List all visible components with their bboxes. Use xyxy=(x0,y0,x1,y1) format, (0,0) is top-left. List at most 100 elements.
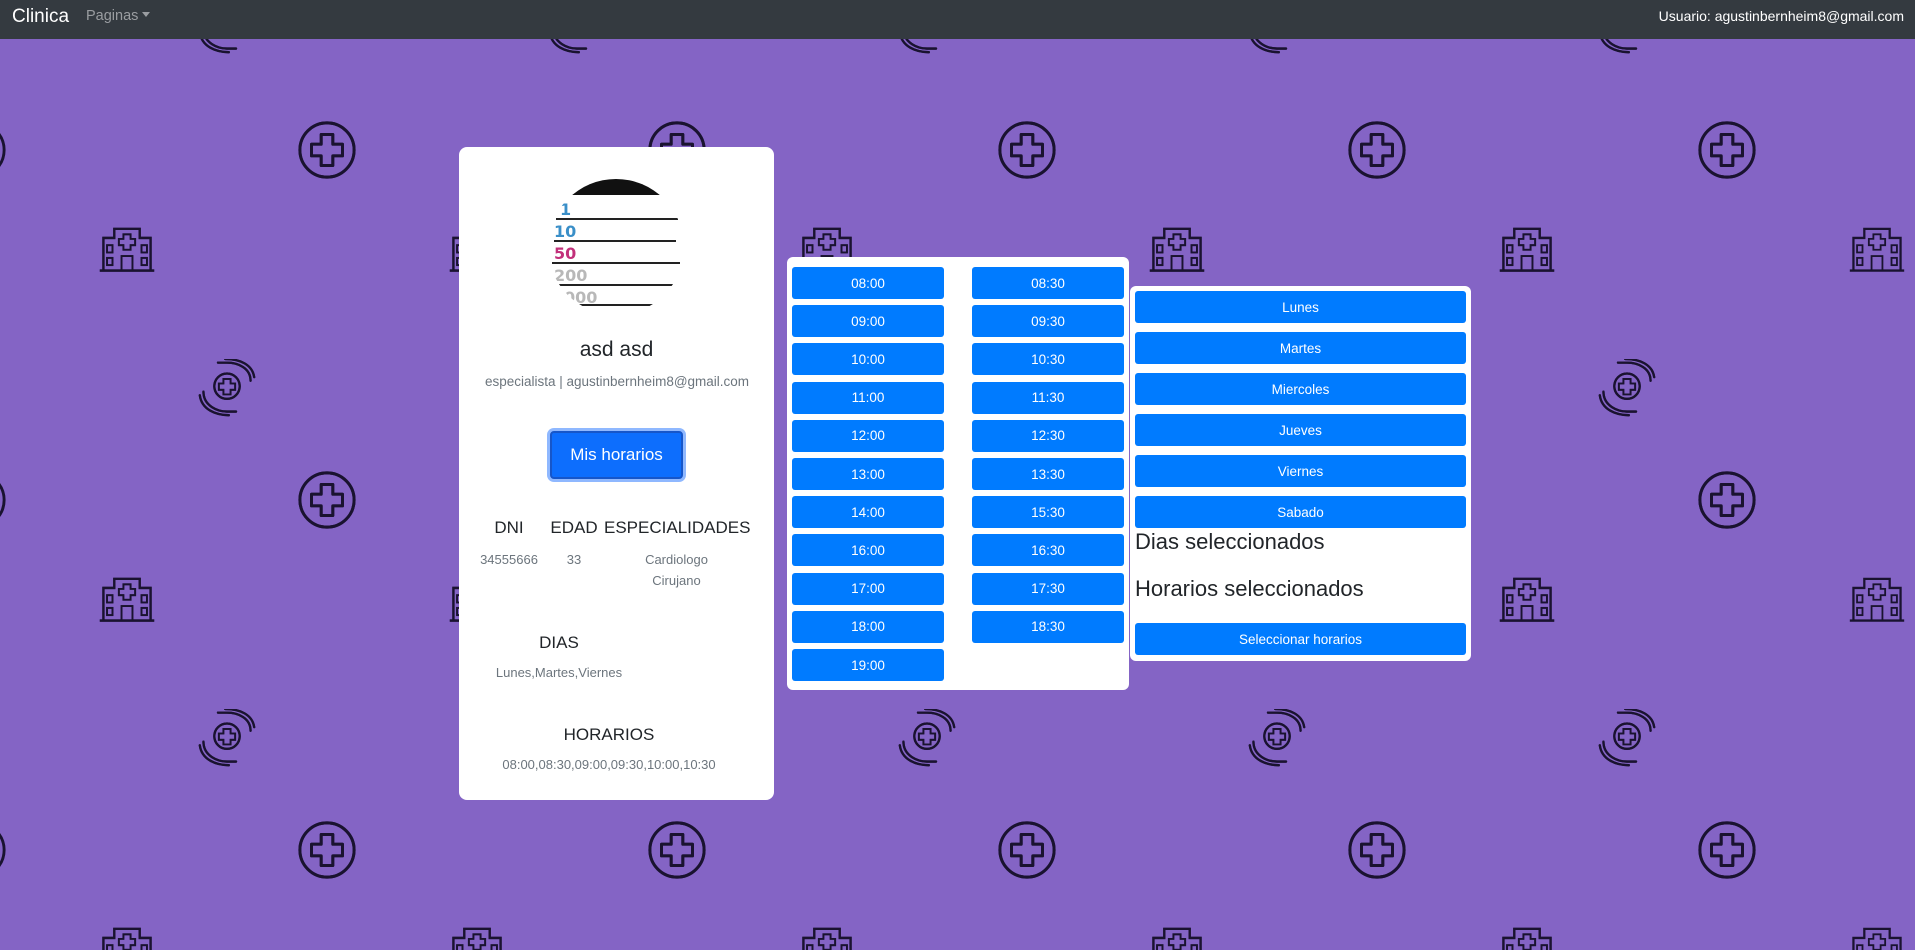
pages-dropdown[interactable]: Paginas xyxy=(86,8,151,24)
dni-value: 34555666 xyxy=(480,552,538,567)
plus-circle-icon xyxy=(1698,821,1756,879)
plus-circle-icon xyxy=(648,821,706,879)
time-slot-button[interactable]: 15:30 xyxy=(972,496,1124,529)
care-hands-icon xyxy=(1598,359,1656,417)
plus-circle-icon xyxy=(0,821,6,879)
day-button-martes[interactable]: Martes xyxy=(1135,332,1466,364)
dias-seleccionados-title: Dias seleccionados xyxy=(1135,529,1325,554)
hospital-icon xyxy=(98,927,156,950)
time-slot-button[interactable]: 14:00 xyxy=(792,496,944,529)
hospital-icon xyxy=(798,927,856,950)
hospital-icon xyxy=(98,577,156,622)
time-slot-button[interactable]: 08:00 xyxy=(792,267,944,299)
dias-label: DIAS xyxy=(539,633,579,652)
time-slot-button[interactable]: 10:00 xyxy=(792,343,944,376)
user-label: Usuario: agustinbernheim8@gmail.com xyxy=(1658,8,1904,24)
time-slot-button[interactable]: 16:00 xyxy=(792,534,944,567)
horarios-label: HORARIOS xyxy=(563,725,655,744)
hospital-icon xyxy=(1148,227,1206,272)
time-slot-button[interactable]: 17:30 xyxy=(972,572,1124,605)
day-button-miercoles[interactable]: Miercoles xyxy=(1135,373,1466,405)
care-hands-icon xyxy=(1248,709,1306,767)
time-slot-button[interactable]: 17:00 xyxy=(792,572,944,605)
profile-card: 1 10 50 200 000 asd asd especialista | a… xyxy=(459,147,774,800)
time-slot-button[interactable]: 09:00 xyxy=(792,305,944,338)
time-slot-button[interactable]: 11:30 xyxy=(972,381,1124,414)
especialidades-label: ESPECIALIDADES xyxy=(604,518,751,537)
hospital-icon xyxy=(1498,227,1556,272)
care-hands-icon xyxy=(898,709,956,767)
avatar-number: 1 xyxy=(560,200,571,219)
care-hands-icon xyxy=(198,709,256,767)
hospital-icon xyxy=(1498,927,1556,950)
care-hands-icon xyxy=(198,709,256,767)
plus-circle-icon xyxy=(1698,471,1756,529)
care-hands-icon xyxy=(1598,359,1656,417)
brand-link[interactable]: Clinica xyxy=(12,6,69,28)
time-slot-button[interactable]: 10:30 xyxy=(972,343,1124,376)
especialidad-item: Cirujano xyxy=(652,573,701,588)
seleccionar-horarios-button[interactable]: Seleccionar horarios xyxy=(1135,623,1466,655)
avatar-image: 1 10 50 200 000 xyxy=(548,179,684,315)
plus-circle-icon xyxy=(1698,121,1756,179)
avatar-number: 50 xyxy=(554,244,576,263)
day-button-lunes[interactable]: Lunes xyxy=(1135,291,1466,323)
care-hands-icon xyxy=(1248,709,1306,767)
care-hands-icon xyxy=(1598,709,1656,767)
navbar: Clinica Paginas Usuario: agustinbernheim… xyxy=(0,0,1915,39)
time-slot-button[interactable]: 13:30 xyxy=(972,458,1124,490)
plus-circle-icon xyxy=(298,121,356,179)
avatar: 1 10 50 200 000 xyxy=(548,179,684,315)
profile-name: asd asd xyxy=(579,338,654,361)
plus-circle-icon xyxy=(0,471,6,529)
horarios-seleccionados-title: Horarios seleccionados xyxy=(1135,576,1364,601)
dni-label: DNI xyxy=(494,518,524,537)
hospital-icon xyxy=(1848,577,1906,622)
day-button-jueves[interactable]: Jueves xyxy=(1135,414,1466,446)
time-slot-button[interactable]: 12:00 xyxy=(792,419,944,452)
plus-circle-icon xyxy=(298,471,356,529)
care-hands-icon xyxy=(1598,709,1656,767)
pages-dropdown-label: Paginas xyxy=(86,8,139,24)
plus-circle-icon xyxy=(998,121,1056,179)
especialidades-list: Cardiologo Cirujano xyxy=(604,549,749,591)
care-hands-icon xyxy=(198,359,256,417)
hospital-icon xyxy=(98,227,156,272)
hospital-icon xyxy=(1848,927,1906,950)
time-slots-panel: 08:00 09:00 10:00 11:00 12:00 13:00 14:00 16:00… xyxy=(787,257,1129,690)
plus-circle-icon xyxy=(1348,121,1406,179)
care-hands-icon xyxy=(198,359,256,417)
edad-label: EDAD xyxy=(550,518,598,537)
time-slot-button[interactable]: 09:30 xyxy=(972,305,1124,338)
plus-circle-icon xyxy=(298,821,356,879)
avatar-number: 000 xyxy=(564,288,597,307)
time-slot-button[interactable]: 18:30 xyxy=(972,610,1124,643)
time-slot-button[interactable]: 16:30 xyxy=(972,534,1124,567)
dias-value: Lunes,Martes,Viernes xyxy=(495,665,623,680)
plus-circle-icon xyxy=(998,821,1056,879)
profile-info: especialista | agustinbernheim8@gmail.co… xyxy=(484,374,750,389)
time-slot-button[interactable]: 13:00 xyxy=(792,458,944,490)
time-slot-button[interactable]: 18:00 xyxy=(792,610,944,643)
days-panel: Lunes Martes Miercoles Jueves Viernes Sabado … xyxy=(1130,286,1471,661)
day-button-viernes[interactable]: Viernes xyxy=(1135,455,1466,487)
hospital-icon xyxy=(1848,227,1906,272)
mis-horarios-button[interactable]: Mis horarios xyxy=(550,431,683,479)
time-slot-button[interactable]: 12:30 xyxy=(972,419,1124,452)
caret-down-icon xyxy=(142,12,151,17)
avatar-number: 200 xyxy=(554,266,587,285)
horarios-value: 08:00,08:30,09:00,09:30,10:00,10:30 xyxy=(502,757,716,772)
especialidad-item: Cardiologo xyxy=(645,552,708,567)
time-slot-button[interactable]: 19:00 xyxy=(792,649,944,681)
plus-circle-icon xyxy=(1348,821,1406,879)
time-slot-button[interactable]: 11:00 xyxy=(792,381,944,414)
care-hands-icon xyxy=(898,709,956,767)
day-button-sabado[interactable]: Sabado xyxy=(1135,496,1466,528)
avatar-number: 10 xyxy=(554,222,576,241)
hospital-icon xyxy=(1498,577,1556,622)
edad-value: 33 xyxy=(566,552,582,567)
time-slot-button[interactable]: 08:30 xyxy=(972,267,1124,299)
plus-circle-icon xyxy=(0,121,6,179)
hospital-icon xyxy=(1148,927,1206,950)
hospital-icon xyxy=(448,927,506,950)
